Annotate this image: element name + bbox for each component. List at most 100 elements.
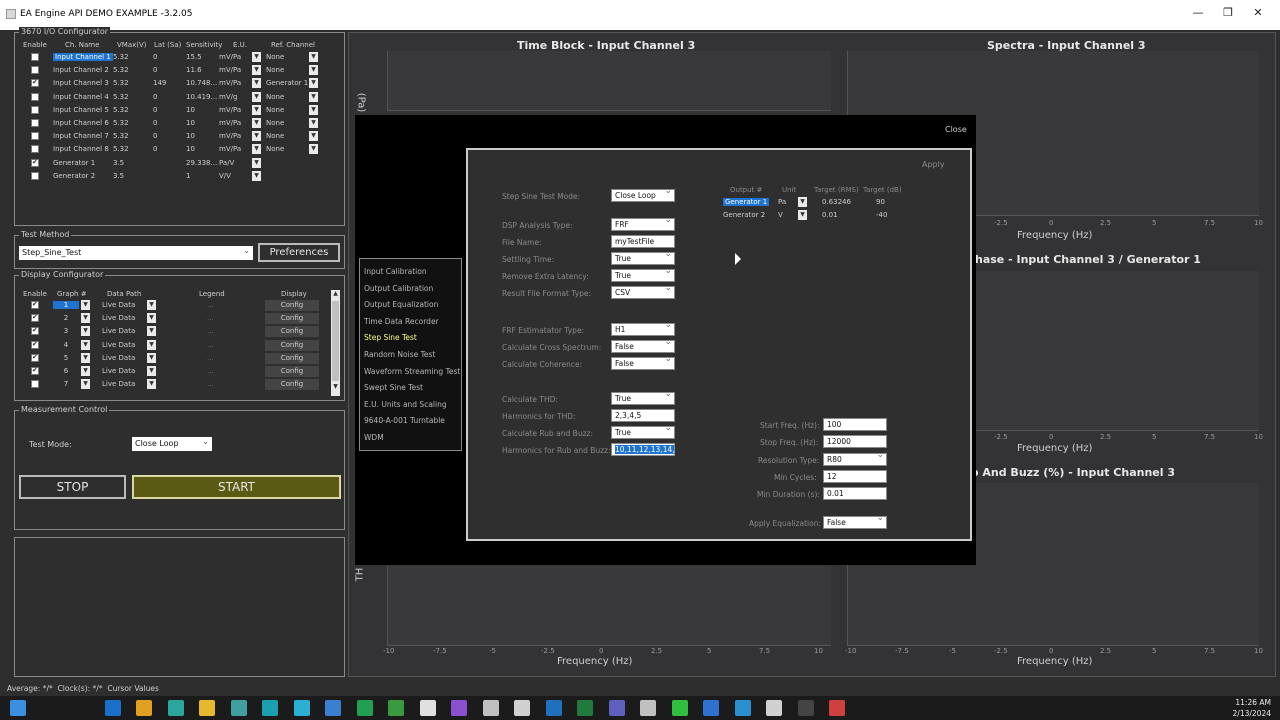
io-latency[interactable]: 0 (153, 66, 157, 74)
unit-dropdown-icon[interactable]: ▼ (798, 210, 807, 220)
plot-time-block[interactable] (387, 51, 831, 111)
io-sensitivity[interactable]: 1 (186, 172, 190, 180)
scroll-down-icon[interactable]: ▼ (331, 383, 340, 392)
dialog-close-button[interactable]: Close (945, 125, 967, 134)
io-enable-checkbox[interactable] (31, 78, 39, 88)
app-icon[interactable] (230, 700, 247, 716)
io-ref-channel[interactable]: None (266, 53, 284, 61)
io-latency[interactable]: 0 (153, 119, 157, 127)
legend-button[interactable]: ... (207, 341, 214, 349)
cross-spectrum-select[interactable]: False (611, 340, 675, 353)
io-vmax[interactable]: 5.32 (113, 119, 129, 127)
calc-rub-buzz-select[interactable]: True (611, 426, 675, 439)
io-channel-name[interactable]: Input Channel 7 (53, 132, 109, 140)
graph-number[interactable]: 4 (53, 341, 79, 349)
io-enable-checkbox[interactable] (31, 158, 39, 167)
app-icon[interactable] (829, 700, 845, 716)
stop-freq-input[interactable]: 12000 (823, 435, 887, 448)
search-icon[interactable] (41, 700, 58, 716)
io-enable-checkbox[interactable] (31, 105, 39, 114)
menu-item-swept-sine-test[interactable]: Swept Sine Test (364, 383, 423, 392)
graph-dropdown-icon[interactable]: ▼ (81, 366, 90, 376)
scroll-up-icon[interactable]: ▲ (331, 290, 340, 299)
io-sensitivity[interactable]: 29.338... (186, 159, 217, 167)
io-sensitivity[interactable]: 10 (186, 119, 195, 127)
legend-button[interactable]: ... (207, 314, 214, 322)
ref-dropdown-icon[interactable]: ▼ (309, 104, 318, 115)
io-ref-channel[interactable]: None (266, 66, 284, 74)
io-enable-checkbox[interactable] (31, 66, 39, 75)
menu-item-wdm[interactable]: WDM (364, 433, 384, 442)
io-channel-name[interactable]: Input Channel 2 (53, 66, 109, 74)
coherence-select[interactable]: False (611, 357, 675, 370)
menu-item-output-calibration[interactable]: Output Calibration (364, 284, 433, 293)
config-button[interactable]: Config (265, 326, 319, 338)
menu-item-time-data-recorder[interactable]: Time Data Recorder (364, 317, 439, 326)
eu-dropdown-icon[interactable]: ▼ (252, 157, 261, 168)
audition-icon[interactable] (262, 700, 278, 716)
test-mode-select[interactable]: Close Loop ⌄ (132, 437, 212, 451)
eu-dropdown-icon[interactable]: ▼ (252, 170, 261, 181)
legend-button[interactable]: ... (207, 354, 214, 362)
close-window-button[interactable]: ✕ (1248, 6, 1268, 24)
task-view-icon[interactable] (73, 700, 89, 716)
io-latency[interactable]: 0 (153, 53, 157, 61)
io-latency[interactable]: 149 (153, 79, 166, 87)
menu-item-step-sine-test[interactable]: Step Sine Test (364, 333, 417, 342)
output-target-rms[interactable]: 0.63246 (822, 198, 851, 206)
io-ref-channel[interactable]: None (266, 132, 284, 140)
taskbar-clock[interactable]: 11:26 AM 2/13/2024 (1225, 697, 1271, 719)
io-vmax[interactable]: 3.5 (113, 172, 124, 180)
io-enable-checkbox[interactable] (31, 119, 39, 127)
path-dropdown-icon[interactable]: ▼ (147, 339, 156, 350)
path-dropdown-icon[interactable]: ▼ (147, 300, 156, 310)
app-icon[interactable] (766, 700, 782, 716)
io-channel-name[interactable]: Input Channel 3 (53, 79, 109, 87)
thd-harmonics-input[interactable]: 2,3,4,5 (611, 409, 675, 422)
display-enable-checkbox[interactable] (31, 340, 39, 349)
io-ref-channel[interactable]: None (266, 145, 284, 153)
io-enable-checkbox[interactable] (31, 53, 39, 61)
start-freq-input[interactable]: 100 (823, 418, 887, 431)
io-channel-name[interactable]: Input Channel 8 (53, 145, 109, 153)
io-channel-name[interactable]: Input Channel 6 (53, 119, 109, 127)
graph-number[interactable]: 1 (53, 301, 79, 309)
io-enable-checkbox[interactable] (31, 92, 39, 101)
io-channel-name[interactable]: Generator 1 (53, 159, 95, 167)
app-icon[interactable] (482, 700, 499, 716)
graph-number[interactable]: 3 (53, 327, 79, 335)
excel-icon[interactable] (388, 700, 404, 716)
legend-button[interactable]: ... (207, 301, 214, 309)
eu-dropdown-icon[interactable]: ▼ (252, 104, 261, 115)
ref-dropdown-icon[interactable]: ▼ (309, 78, 318, 89)
io-ref-channel[interactable]: Generator 1 (266, 79, 308, 87)
io-sensitivity[interactable]: 10.419... (186, 93, 217, 101)
config-button[interactable]: Config (265, 313, 319, 325)
io-channel-name[interactable]: Input Channel 4 (53, 93, 109, 101)
graph-number[interactable]: 6 (53, 367, 79, 375)
ref-dropdown-icon[interactable]: ▼ (309, 65, 318, 76)
io-enable-checkbox[interactable] (31, 132, 39, 141)
graph-dropdown-icon[interactable]: ▼ (81, 313, 90, 324)
excel-icon[interactable] (577, 700, 593, 716)
teams-icon[interactable] (608, 700, 625, 716)
legend-button[interactable]: ... (207, 367, 214, 375)
min-cycles-input[interactable]: 12 (823, 470, 887, 483)
io-latency[interactable]: 0 (153, 132, 157, 140)
settling-time-select[interactable]: True (611, 252, 675, 265)
config-button[interactable]: Config (265, 366, 319, 377)
path-dropdown-icon[interactable]: ▼ (147, 352, 156, 363)
ref-dropdown-icon[interactable]: ▼ (309, 118, 318, 128)
menu-item-waveform-streaming-test[interactable]: Waveform Streaming Test (364, 367, 460, 376)
eu-dropdown-icon[interactable]: ▼ (252, 118, 261, 128)
chrome-icon[interactable] (136, 700, 152, 716)
io-vmax[interactable]: 5.32 (113, 106, 129, 114)
file-explorer-icon[interactable] (199, 700, 215, 716)
app-icon[interactable] (734, 700, 751, 716)
eu-dropdown-icon[interactable]: ▼ (252, 78, 261, 89)
app-icon[interactable] (703, 700, 719, 716)
io-sensitivity[interactable]: 10 (186, 132, 195, 140)
calc-thd-select[interactable]: True (611, 392, 675, 405)
io-channel-name[interactable]: Input Channel 5 (53, 106, 109, 114)
io-sensitivity[interactable]: 10.748... (186, 79, 217, 87)
